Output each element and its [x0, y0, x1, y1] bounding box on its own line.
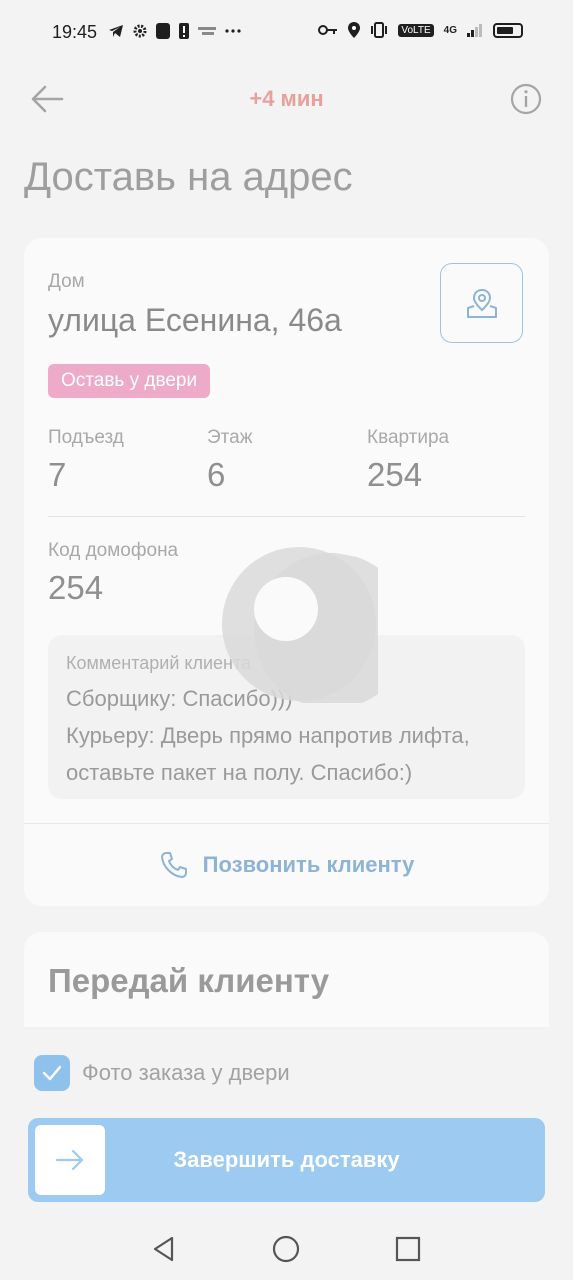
- comment-line: Курьеру: Дверь прямо напротив лифта, ост…: [66, 723, 470, 785]
- app-small-icon: [198, 27, 216, 35]
- slider-handle[interactable]: [35, 1125, 105, 1195]
- complete-delivery-slider[interactable]: Завершить доставку: [28, 1118, 545, 1202]
- page-title: Доставь на адрес: [24, 155, 353, 199]
- network-label: 4G: [443, 24, 457, 36]
- leave-at-door-badge: Оставь у двери: [48, 364, 211, 398]
- phone-icon: [160, 852, 187, 878]
- intercom-label: Код домофона: [48, 540, 179, 561]
- apartment-label: Квартира: [367, 427, 450, 448]
- call-client-button[interactable]: Позвонить клиенту: [24, 824, 549, 906]
- entrance-value: 7: [48, 456, 67, 493]
- intercom-value: 254: [48, 569, 104, 606]
- timer-label: +4 мин: [249, 86, 324, 111]
- divider: [48, 516, 525, 517]
- signal-icon: [467, 24, 482, 37]
- street-address: улица Есенина, 46а: [48, 302, 342, 338]
- photo-checkbox-row[interactable]: Фото заказа у двери: [34, 1055, 290, 1091]
- volte-badge: VoLTE: [398, 23, 434, 37]
- more-icon: [225, 29, 241, 33]
- open-map-button[interactable]: [440, 263, 523, 343]
- system-icons: VoLTE 4G: [318, 22, 523, 38]
- arrow-right-icon: [55, 1149, 84, 1171]
- complete-delivery-label: Завершить доставку: [173, 1147, 400, 1172]
- photo-checkbox[interactable]: [34, 1055, 70, 1091]
- floor-label: Этаж: [207, 427, 253, 448]
- notification-icons: [108, 23, 241, 39]
- telegram-icon: [109, 25, 123, 37]
- handover-card: Передай клиенту: [24, 932, 549, 1027]
- loading-spinner-icon: [222, 547, 378, 703]
- status-bar: 19:45 VoLTE 4G: [0, 0, 573, 66]
- nav-recents-icon[interactable]: [395, 1236, 421, 1262]
- status-time: 19:45: [52, 22, 98, 42]
- entrance-label: Подъезд: [48, 427, 124, 448]
- checkmark-icon: [42, 1065, 62, 1081]
- system-navigation-bar: [0, 1218, 573, 1280]
- map-pin-icon: [466, 288, 497, 318]
- address-type-label: Дом: [48, 271, 85, 292]
- battery-icon: [493, 22, 523, 38]
- app-notification-icon: [156, 23, 170, 39]
- nav-back-icon[interactable]: [150, 1235, 178, 1263]
- info-icon[interactable]: [510, 83, 542, 115]
- nav-home-icon[interactable]: [272, 1235, 300, 1263]
- gear-icon: [133, 24, 147, 38]
- alert-icon: [179, 23, 189, 39]
- apartment-value: 254: [367, 456, 423, 493]
- location-icon: [348, 22, 361, 38]
- key-icon: [318, 25, 338, 35]
- call-client-label: Позвонить клиенту: [202, 852, 415, 877]
- handover-title: Передай клиенту: [48, 962, 330, 999]
- vibrate-icon: [371, 22, 388, 38]
- photo-checkbox-label: Фото заказа у двери: [82, 1060, 290, 1085]
- floor-value: 6: [207, 456, 226, 493]
